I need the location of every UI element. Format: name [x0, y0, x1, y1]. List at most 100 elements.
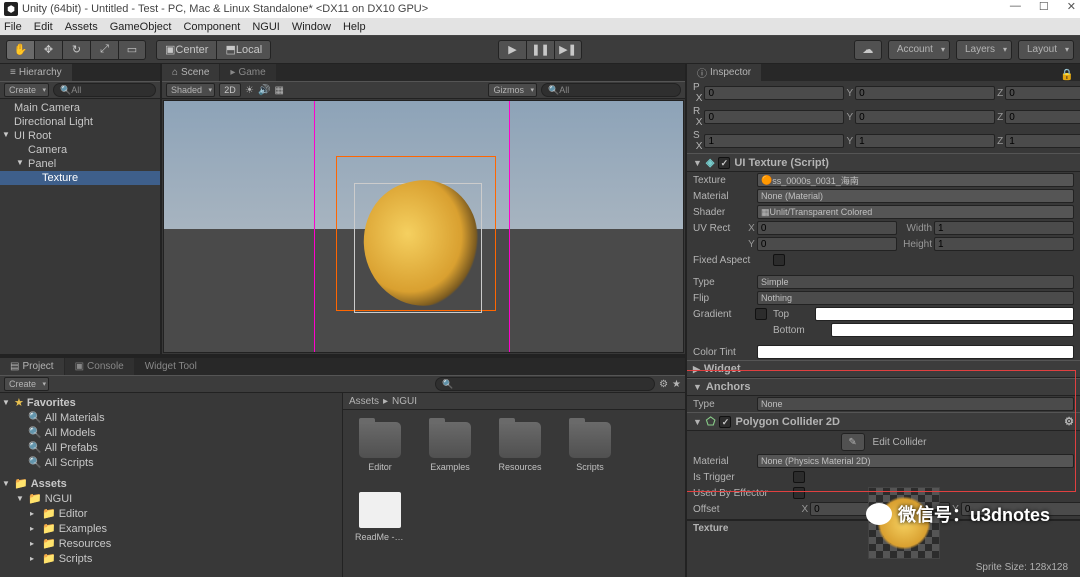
breadcrumb-ngui[interactable]: NGUI	[392, 396, 417, 407]
favorites-header[interactable]: ▼★Favorites	[0, 395, 342, 410]
tab-game[interactable]: ▸Game	[220, 64, 276, 81]
hierarchy-item[interactable]: ▼Panel	[0, 157, 160, 171]
scene-light-toggle[interactable]: ☀	[245, 85, 254, 96]
asset-item[interactable]: Examples	[425, 422, 475, 472]
pos-z[interactable]	[1005, 86, 1080, 100]
phys-material-field[interactable]: None (Physics Material 2D)	[757, 454, 1074, 468]
hierarchy-item[interactable]: ▼UI Root	[0, 129, 160, 143]
ui-texture-header[interactable]: ▼◈UI Texture (Script)	[687, 153, 1080, 172]
edit-collider-toggle[interactable]: ✎	[841, 433, 865, 451]
asset-item[interactable]: Resources	[495, 422, 545, 472]
breadcrumb-assets[interactable]: Assets	[349, 396, 379, 407]
component-menu-icon[interactable]: ⚙	[1064, 415, 1074, 428]
tab-widget-tool[interactable]: Widget Tool	[135, 358, 207, 375]
asset-item[interactable]: ReadMe - 3...	[355, 492, 405, 542]
uv-w[interactable]	[934, 221, 1074, 235]
menu-edit[interactable]: Edit	[34, 21, 53, 33]
tab-scene[interactable]: ⌂Scene	[162, 64, 220, 81]
project-search[interactable]: 🔍	[435, 377, 655, 391]
material-field[interactable]: None (Material)	[757, 189, 1074, 203]
play-button[interactable]: ▶	[498, 40, 526, 60]
favorite-item[interactable]: 🔍 All Models	[0, 425, 342, 440]
hierarchy-item[interactable]: Camera	[0, 143, 160, 157]
uv-y[interactable]	[757, 237, 897, 251]
asset-tree-item[interactable]: ▸📁 Scripts	[0, 551, 342, 566]
anchors-header[interactable]: ▼Anchors	[687, 378, 1080, 396]
pos-x[interactable]	[704, 86, 844, 100]
color-tint-swatch[interactable]	[757, 345, 1074, 359]
menu-component[interactable]: Component	[183, 21, 240, 33]
texture-field[interactable]: 🟠ss_0000s_0031_海南	[757, 173, 1074, 187]
cloud-button[interactable]: ☁	[854, 40, 882, 60]
asset-tree-item[interactable]: ▸📁 Examples	[0, 521, 342, 536]
scene-2d-toggle[interactable]: 2D	[219, 83, 241, 97]
inspector-lock-icon[interactable]: 🔒	[1054, 68, 1080, 81]
tool-rect[interactable]: ▭	[118, 40, 146, 60]
rot-z[interactable]	[1005, 110, 1080, 124]
menu-help[interactable]: Help	[343, 21, 366, 33]
is-trigger-checkbox[interactable]	[793, 471, 805, 483]
rot-y[interactable]	[855, 110, 995, 124]
menu-assets[interactable]: Assets	[65, 21, 98, 33]
scene-view[interactable]	[163, 100, 684, 353]
step-button[interactable]: ▶❚	[554, 40, 582, 60]
tab-hierarchy[interactable]: ≡Hierarchy	[0, 64, 73, 81]
scene-search[interactable]: 🔍All	[541, 83, 681, 97]
asset-tree-item[interactable]: ▸📁 Editor	[0, 506, 342, 521]
scl-y[interactable]	[855, 134, 995, 148]
account-dropdown[interactable]: Account	[888, 40, 950, 60]
maximize-button[interactable]: ☐	[1039, 0, 1049, 13]
used-by-effector-checkbox[interactable]	[793, 487, 805, 499]
gradient-bottom-color[interactable]	[831, 323, 1074, 337]
ui-texture-enabled-checkbox[interactable]	[718, 157, 730, 169]
pos-y[interactable]	[855, 86, 995, 100]
scene-fx-toggle[interactable]: ▦	[274, 85, 283, 96]
hierarchy-item[interactable]: Main Camera	[0, 101, 160, 115]
scene-audio-toggle[interactable]: 🔊	[258, 85, 270, 96]
pause-button[interactable]: ❚❚	[526, 40, 554, 60]
tab-project[interactable]: ▤Project	[0, 358, 65, 375]
tool-rotate[interactable]: ↻	[62, 40, 90, 60]
favorite-item[interactable]: 🔍 All Scripts	[0, 455, 342, 470]
scl-x[interactable]	[704, 134, 844, 148]
tool-move[interactable]: ✥	[34, 40, 62, 60]
assets-header[interactable]: ▼📁Assets	[0, 476, 342, 491]
favorite-item[interactable]: 🔍 All Materials	[0, 410, 342, 425]
polygon-enabled-checkbox[interactable]	[719, 416, 731, 428]
hierarchy-item[interactable]: Directional Light	[0, 115, 160, 129]
type-dropdown[interactable]: Simple	[757, 275, 1074, 289]
fixed-aspect-checkbox[interactable]	[773, 254, 785, 266]
gradient-top-color[interactable]	[815, 307, 1074, 321]
asset-item[interactable]: Scripts	[565, 422, 615, 472]
menu-window[interactable]: Window	[292, 21, 331, 33]
scl-z[interactable]	[1005, 134, 1080, 148]
asset-tree-item[interactable]: ▼📁 NGUI	[0, 491, 342, 506]
pivot-center-button[interactable]: ▣ Center	[156, 40, 216, 60]
scene-gizmos-dropdown[interactable]: Gizmos	[488, 83, 537, 97]
tool-hand[interactable]: ✋	[6, 40, 34, 60]
flip-dropdown[interactable]: Nothing	[757, 291, 1074, 305]
tool-scale[interactable]: ⤢	[90, 40, 118, 60]
project-create-dropdown[interactable]: Create	[4, 377, 49, 391]
widget-header[interactable]: ▶Widget	[687, 360, 1080, 378]
rot-x[interactable]	[704, 110, 844, 124]
polygon-collider-header[interactable]: ▼⬠Polygon Collider 2D⚙	[687, 412, 1080, 431]
asset-tree-item[interactable]: ▸📁 Resources	[0, 536, 342, 551]
uv-h[interactable]	[934, 237, 1074, 251]
hierarchy-create-dropdown[interactable]: Create	[4, 83, 49, 97]
gradient-checkbox[interactable]	[755, 308, 767, 320]
tab-console[interactable]: ▣Console	[65, 358, 135, 375]
scene-shading-dropdown[interactable]: Shaded	[166, 83, 215, 97]
uv-x[interactable]	[757, 221, 897, 235]
menu-file[interactable]: File	[4, 21, 22, 33]
hierarchy-search[interactable]: 🔍All	[53, 83, 156, 97]
project-filter-icon[interactable]: ⚙	[659, 379, 668, 390]
pivot-local-button[interactable]: ⬒ Local	[216, 40, 271, 60]
favorite-item[interactable]: 🔍 All Prefabs	[0, 440, 342, 455]
layout-dropdown[interactable]: Layout	[1018, 40, 1074, 60]
shader-field[interactable]: ▦ Unlit/Transparent Colored	[757, 205, 1074, 219]
minimize-button[interactable]: —	[1010, 0, 1021, 13]
asset-item[interactable]: Editor	[355, 422, 405, 472]
project-save-icon[interactable]: ★	[672, 379, 681, 390]
tab-inspector[interactable]: ⓘInspector	[687, 64, 762, 81]
